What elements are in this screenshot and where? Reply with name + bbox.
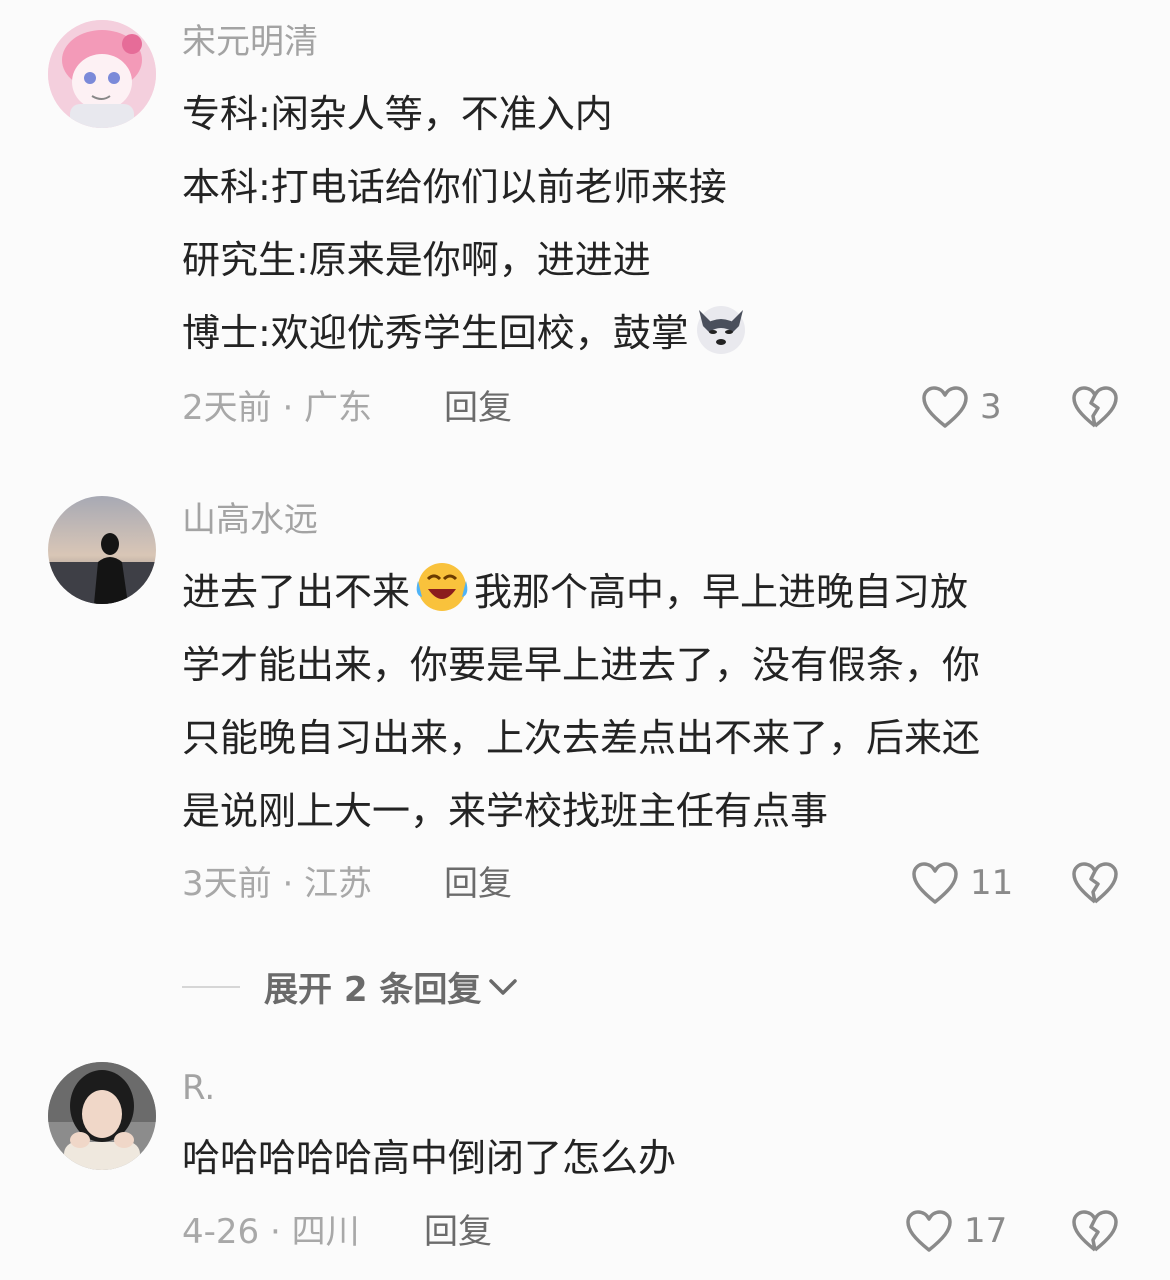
comment-line: 学才能出来，你要是早上进去了，没有假条，你	[182, 643, 981, 687]
expand-replies-button[interactable]: 展开 2 条回复	[182, 962, 519, 1011]
time-location: 2天前 · 广东	[182, 388, 373, 428]
broken-heart-icon[interactable]	[1070, 384, 1120, 430]
comment-text: 进去了出不来 我那个高中，早上进晚自习放 学才能出来，你要是早上进去了，没有假条…	[182, 556, 1122, 848]
comment-line-text: 我那个高中，早上进晚自习放	[474, 570, 969, 614]
reply-button[interactable]: 回复	[444, 386, 512, 430]
avatar[interactable]	[48, 1062, 156, 1170]
heart-icon	[912, 862, 958, 904]
comment-line: 哈哈哈哈哈高中倒闭了怎么办	[182, 1136, 677, 1180]
doge-emoji-icon	[696, 306, 745, 354]
avatar[interactable]	[48, 496, 156, 604]
comment-text: 哈哈哈哈哈高中倒闭了怎么办	[182, 1122, 1122, 1195]
comment-line-with-emoji: 进去了出不来 我那个高中，早上进晚自习放	[182, 556, 1122, 629]
chevron-down-icon	[489, 978, 518, 995]
comment-line: 是说刚上大一，来学校找班主任有点事	[182, 789, 829, 833]
username[interactable]: R.	[182, 1066, 215, 1110]
like-count: 11	[970, 863, 1014, 903]
broken-heart-icon[interactable]	[1070, 860, 1120, 906]
heart-icon	[906, 1210, 952, 1252]
comment-text: 专科:闲杂人等，不准入内 本科:打电话给你们以前老师来接 研究生:原来是你啊，进…	[182, 78, 1122, 370]
laugh-cry-emoji-icon	[416, 563, 468, 611]
comment-line: 只能晚自习出来，上次去差点出不来了，后来还	[182, 716, 981, 760]
time-location: 3天前 · 江苏	[182, 864, 373, 904]
divider	[182, 985, 240, 988]
expand-replies-label: 展开 2 条回复	[264, 970, 482, 1010]
comment-line-text: 进去了出不来	[182, 570, 411, 614]
comment-line-text: 博士:欢迎优秀学生回校，鼓掌	[182, 311, 689, 355]
username[interactable]: 山高水远	[182, 498, 318, 542]
username[interactable]: 宋元明清	[182, 20, 318, 64]
like-button[interactable]: 11	[910, 860, 1013, 906]
like-button[interactable]: 17	[904, 1208, 1007, 1254]
reply-button[interactable]: 回复	[424, 1210, 492, 1254]
like-count: 3	[980, 387, 1002, 427]
like-button[interactable]: 3	[920, 384, 1002, 430]
broken-heart-icon[interactable]	[1070, 1208, 1120, 1254]
heart-icon	[922, 386, 968, 428]
avatar[interactable]	[48, 20, 156, 128]
comment-line-with-emoji: 博士:欢迎优秀学生回校，鼓掌	[182, 297, 1122, 370]
reply-button[interactable]: 回复	[444, 862, 512, 906]
comment-line: 本科:打电话给你们以前老师来接	[182, 165, 727, 209]
comment-line: 专科:闲杂人等，不准入内	[182, 92, 613, 136]
like-count: 17	[964, 1211, 1008, 1251]
time-location: 4-26 · 四川	[182, 1212, 360, 1252]
comment-line: 研究生:原来是你啊，进进进	[182, 238, 651, 282]
